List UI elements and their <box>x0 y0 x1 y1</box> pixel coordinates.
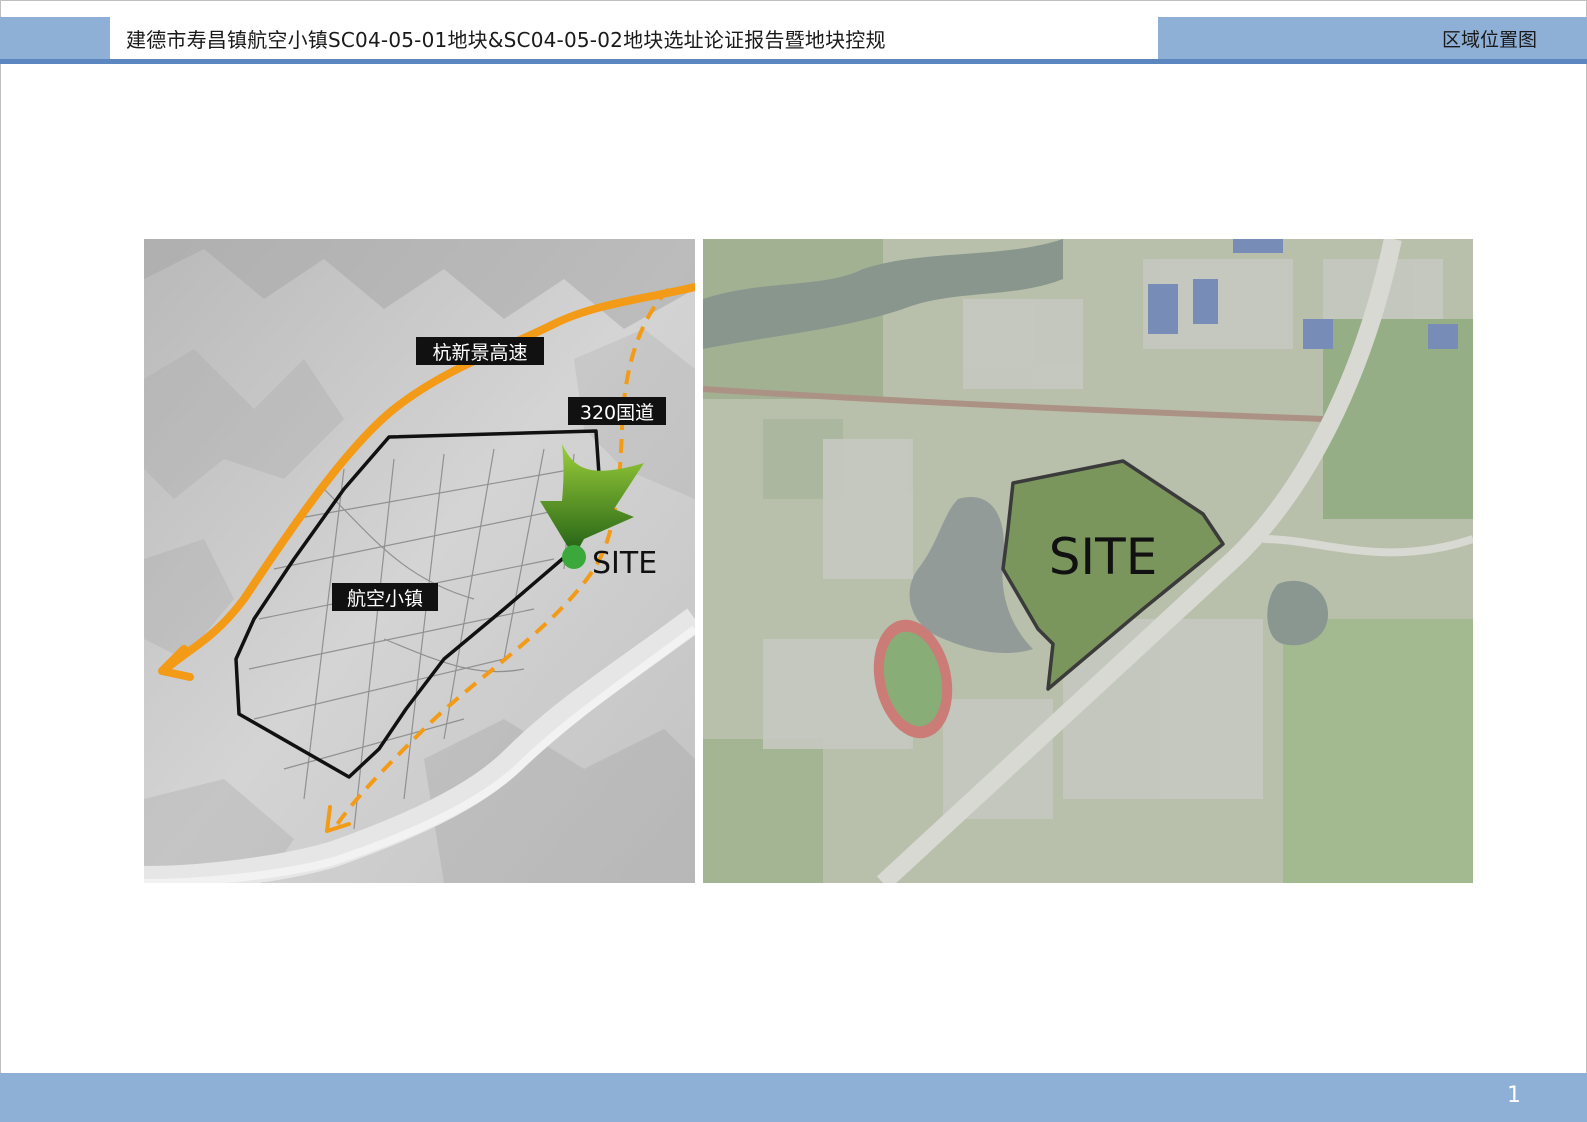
site-map: SITE <box>703 239 1473 883</box>
national-road-label-box: 320国道 <box>568 397 666 425</box>
expressway-label: 杭新景高速 <box>432 342 527 364</box>
header-rule <box>0 59 1587 64</box>
town-label: 航空小镇 <box>347 588 423 610</box>
footer-band: 1 <box>0 1073 1587 1122</box>
header-band-right: 区域位置图 <box>1158 17 1587 59</box>
page-title: 建德市寿昌镇航空小镇SC04-05-01地块&SC04-05-02地块选址论证报… <box>126 27 886 52</box>
page-number: 1 <box>1507 1083 1521 1108</box>
header-title-box: 建德市寿昌镇航空小镇SC04-05-01地块&SC04-05-02地块选址论证报… <box>110 17 1158 59</box>
site-label: SITE <box>592 546 657 581</box>
national-road-label: 320国道 <box>580 402 654 424</box>
expressway-label-box: 杭新景高速 <box>416 337 544 365</box>
site-dot-icon <box>562 545 586 569</box>
header-band-left <box>0 17 110 59</box>
regional-map: 杭新景高速 320国道 航空小镇 SITE <box>144 239 695 883</box>
site-map-label: SITE <box>1049 528 1158 586</box>
section-title: 区域位置图 <box>1441 28 1537 51</box>
town-label-box: 航空小镇 <box>332 583 438 611</box>
